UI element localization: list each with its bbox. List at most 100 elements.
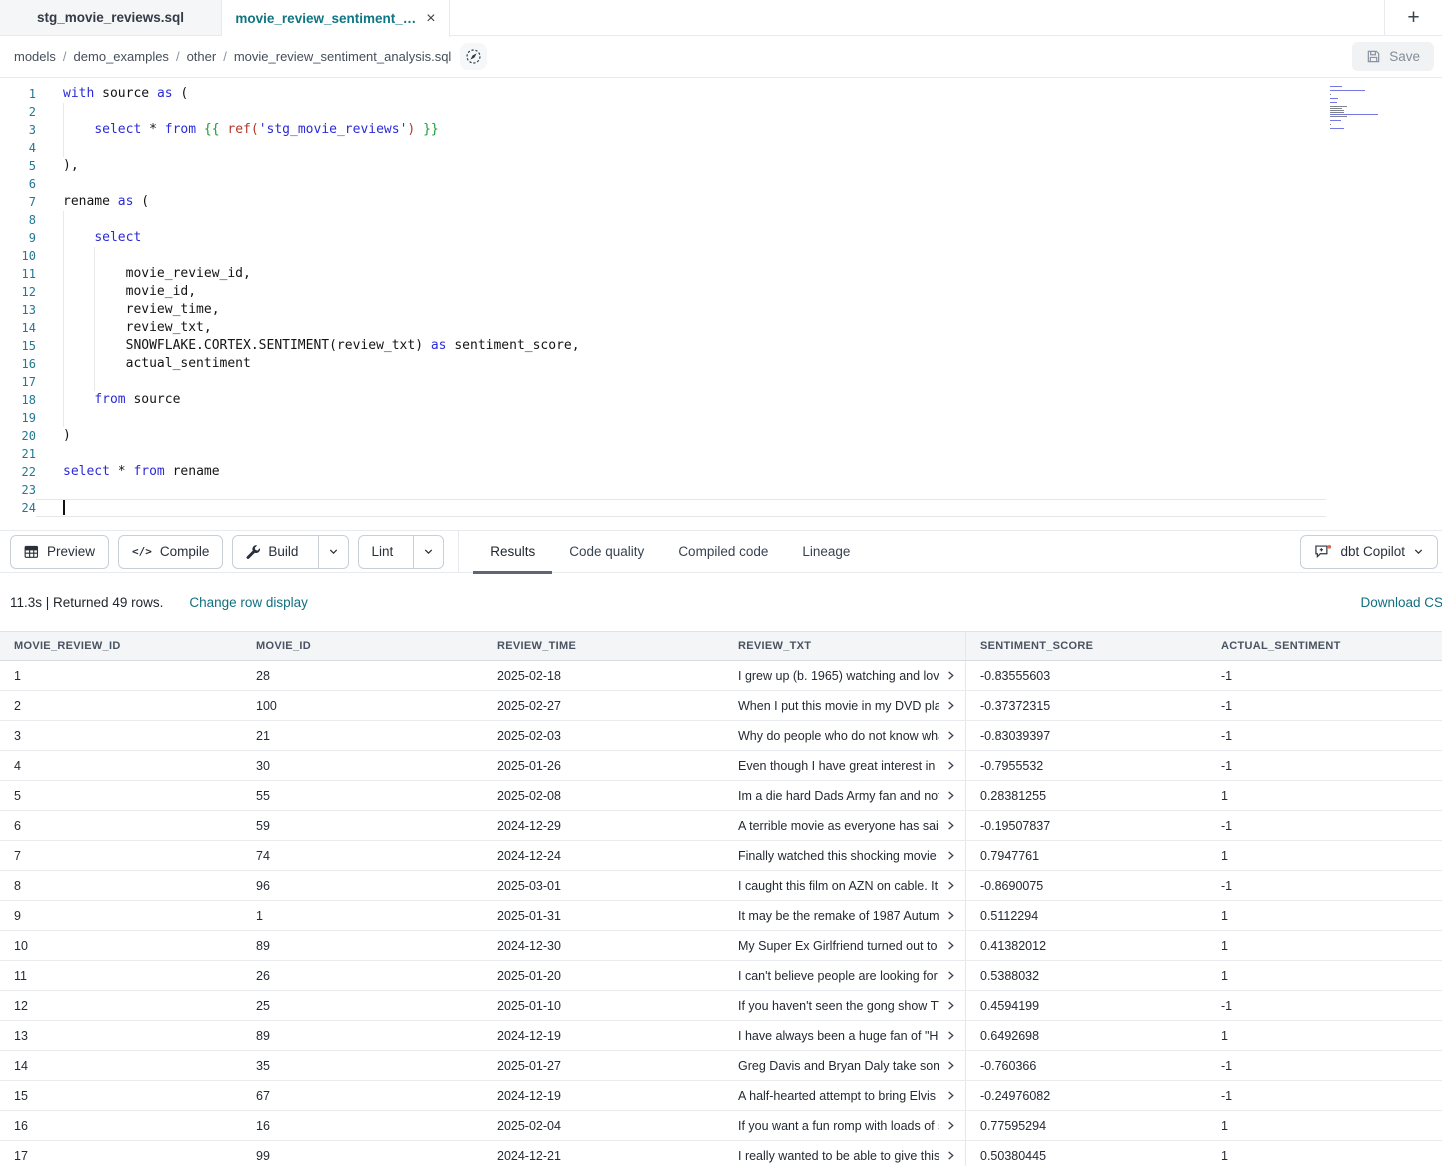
- expand-cell-button[interactable]: [945, 970, 956, 981]
- breadcrumb-segment[interactable]: models: [14, 49, 56, 64]
- cell-value: 89: [256, 939, 270, 953]
- code-line[interactable]: 17: [0, 373, 1442, 391]
- expand-cell-button[interactable]: [945, 1090, 956, 1101]
- change-row-display-link[interactable]: Change row display: [189, 595, 308, 610]
- preview-button[interactable]: Preview: [10, 535, 109, 569]
- minimap-line: [1330, 124, 1331, 125]
- lint-dropdown-button[interactable]: [413, 536, 443, 568]
- indent-guide: [63, 211, 64, 229]
- column-header[interactable]: REVIEW_TXT: [724, 632, 965, 660]
- line-number: 22: [0, 463, 36, 481]
- code-line[interactable]: 5),: [0, 157, 1442, 175]
- cell-value: 15: [14, 1089, 28, 1103]
- code-line[interactable]: 18 from source: [0, 391, 1442, 409]
- code-line[interactable]: 10: [0, 247, 1442, 265]
- breadcrumb-segment[interactable]: other: [187, 49, 217, 64]
- cell-value: 2024-12-19: [497, 1089, 561, 1103]
- breadcrumb-segment[interactable]: demo_examples: [74, 49, 169, 64]
- code-line[interactable]: 6: [0, 175, 1442, 193]
- code-line[interactable]: 19: [0, 409, 1442, 427]
- cell-value: 1: [1221, 969, 1228, 983]
- table-cell: -0.19507837: [965, 811, 1207, 840]
- code-line[interactable]: 16 actual_sentiment: [0, 355, 1442, 373]
- save-button[interactable]: Save: [1352, 42, 1434, 71]
- expand-cell-button[interactable]: [945, 1030, 956, 1041]
- table-row: 1282025-02-18I grew up (b. 1965) watchin…: [0, 661, 1442, 691]
- cell-value: 100: [256, 699, 277, 713]
- expand-cell-button[interactable]: [945, 820, 956, 831]
- indent-guide: [63, 265, 64, 283]
- lint-button[interactable]: Lint: [359, 536, 405, 568]
- expand-cell-button[interactable]: [945, 880, 956, 891]
- line-number: 20: [0, 427, 36, 445]
- code-line[interactable]: 1with source as (: [0, 85, 1442, 103]
- table-row: 15672024-12-19A half-hearted attempt to …: [0, 1081, 1442, 1111]
- code-line[interactable]: 14 review_txt,: [0, 319, 1442, 337]
- expand-cell-button[interactable]: [945, 760, 956, 771]
- download-csv-link[interactable]: Download CSV: [1360, 595, 1442, 610]
- code-line[interactable]: 11 movie_review_id,: [0, 265, 1442, 283]
- expand-cell-button[interactable]: [945, 790, 956, 801]
- close-tab-icon[interactable]: ×: [426, 11, 435, 27]
- cell-value: 1: [1221, 1029, 1228, 1043]
- table-cell: 12: [0, 991, 242, 1020]
- code-line[interactable]: 23: [0, 481, 1442, 499]
- table-cell: My Super Ex Girlfriend turned out to b…: [724, 931, 965, 960]
- tab-code-quality[interactable]: Code quality: [552, 530, 661, 573]
- code-line[interactable]: 8: [0, 211, 1442, 229]
- column-header[interactable]: REVIEW_TIME: [483, 632, 724, 660]
- expand-cell-button[interactable]: [945, 1150, 956, 1161]
- column-header[interactable]: ACTUAL_SENTIMENT: [1207, 632, 1442, 660]
- table-cell: 96: [242, 871, 483, 900]
- expand-cell-button[interactable]: [945, 670, 956, 681]
- tab-results[interactable]: Results: [473, 530, 552, 573]
- code-line[interactable]: 24: [0, 499, 1442, 517]
- text-cursor: [63, 500, 65, 515]
- dbt-copilot-button[interactable]: dbt Copilot: [1300, 535, 1438, 569]
- tab-movie-review-sentiment[interactable]: movie_review_sentiment_… ×: [222, 0, 450, 37]
- expand-cell-button[interactable]: [945, 700, 956, 711]
- code-editor[interactable]: 1with source as (23 select * from {{ ref…: [0, 78, 1442, 530]
- build-button[interactable]: Build: [233, 536, 310, 568]
- table-cell: -0.83555603: [965, 661, 1207, 690]
- minimap[interactable]: [1330, 86, 1392, 134]
- expand-cell-button[interactable]: [945, 850, 956, 861]
- expand-cell-button[interactable]: [945, 1060, 956, 1071]
- cell-value: 28: [256, 669, 270, 683]
- code-line[interactable]: 4: [0, 139, 1442, 157]
- expand-cell-button[interactable]: [945, 940, 956, 951]
- column-header[interactable]: SENTIMENT_SCORE: [965, 632, 1207, 660]
- cell-value: 2025-02-03: [497, 729, 561, 743]
- code-line[interactable]: 20): [0, 427, 1442, 445]
- tab-lineage[interactable]: Lineage: [785, 530, 867, 573]
- expand-cell-button[interactable]: [945, 910, 956, 921]
- code-line[interactable]: 12 movie_id,: [0, 283, 1442, 301]
- table-cell: 2025-02-04: [483, 1111, 724, 1140]
- code-line[interactable]: 13 review_time,: [0, 301, 1442, 319]
- tab-stg-movie-reviews[interactable]: stg_movie_reviews.sql: [0, 0, 222, 35]
- expand-cell-button[interactable]: [945, 1120, 956, 1131]
- new-tab-button[interactable]: +: [1384, 0, 1442, 35]
- cell-value: -0.83555603: [980, 669, 1050, 683]
- compass-icon[interactable]: [460, 43, 487, 70]
- minimap-line: [1330, 86, 1342, 87]
- code-line[interactable]: 22select * from rename: [0, 463, 1442, 481]
- expand-cell-button[interactable]: [945, 730, 956, 741]
- breadcrumb-segment[interactable]: movie_review_sentiment_analysis.sql: [234, 49, 452, 64]
- expand-cell-button[interactable]: [945, 1000, 956, 1011]
- table-cell: 4: [0, 751, 242, 780]
- tab-compiled-code[interactable]: Compiled code: [661, 530, 785, 573]
- code-line[interactable]: 7rename as (: [0, 193, 1442, 211]
- column-header[interactable]: MOVIE_REVIEW_ID: [0, 632, 242, 660]
- code-line[interactable]: 21: [0, 445, 1442, 463]
- column-header[interactable]: MOVIE_ID: [242, 632, 483, 660]
- code-line[interactable]: 2: [0, 103, 1442, 121]
- indent-guide: [63, 121, 64, 139]
- table-cell: -0.7955532: [965, 751, 1207, 780]
- code-line[interactable]: 3 select * from {{ ref('stg_movie_review…: [0, 121, 1442, 139]
- code-line[interactable]: 9 select: [0, 229, 1442, 247]
- table-cell: -1: [1207, 1051, 1442, 1080]
- compile-button[interactable]: </> Compile: [118, 535, 223, 569]
- build-dropdown-button[interactable]: [318, 536, 348, 568]
- code-line[interactable]: 15 SNOWFLAKE.CORTEX.SENTIMENT(review_txt…: [0, 337, 1442, 355]
